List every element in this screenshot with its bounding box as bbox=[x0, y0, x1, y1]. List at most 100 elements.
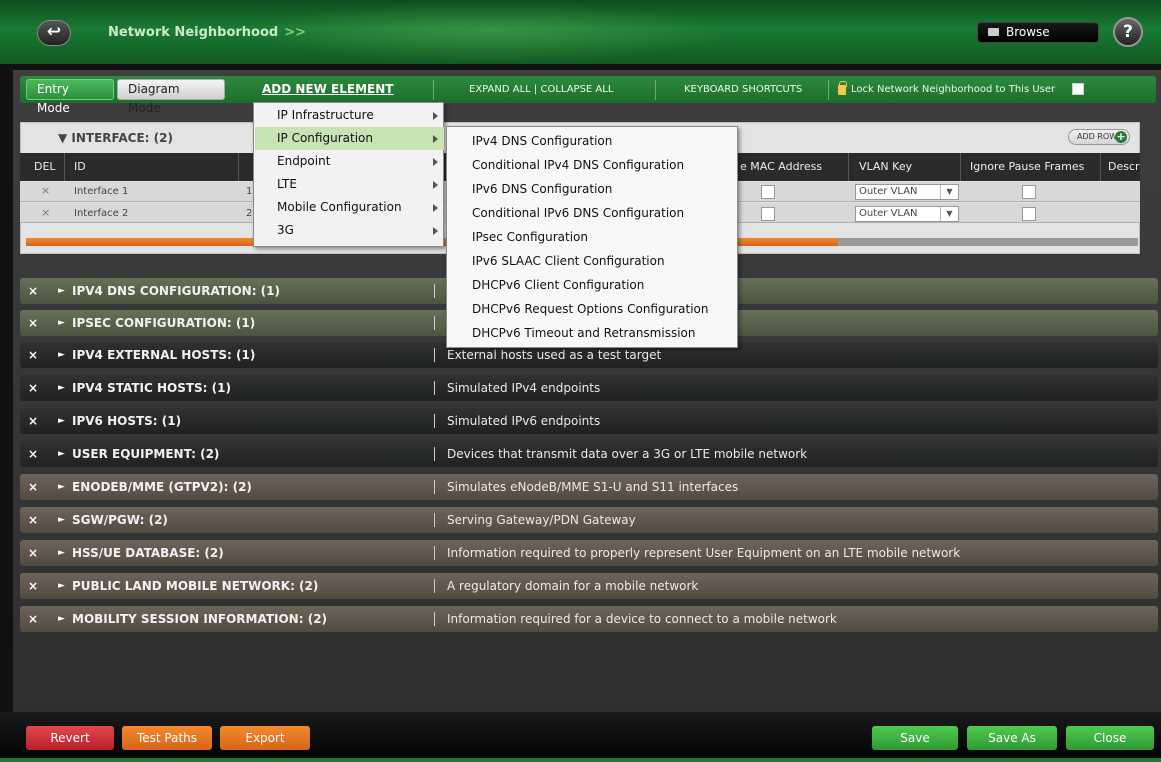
delete-section-icon[interactable]: × bbox=[28, 348, 38, 362]
expand-arrow-icon[interactable]: ► bbox=[58, 286, 65, 296]
submenu-item[interactable]: Conditional IPv4 DNS Configuration bbox=[448, 153, 738, 177]
submenu-arrow-icon bbox=[433, 204, 438, 212]
delete-section-icon[interactable]: × bbox=[28, 612, 38, 626]
entry-mode-button[interactable]: Entry Mode bbox=[26, 79, 114, 115]
expand-arrow-icon[interactable]: ► bbox=[58, 581, 65, 591]
save-button[interactable]: Save bbox=[872, 726, 958, 750]
delete-section-icon[interactable]: × bbox=[28, 414, 38, 428]
section-title[interactable]: IPV6 HOSTS: (1) bbox=[72, 414, 181, 428]
menu-item-mobile-configuration[interactable]: Mobile Configuration bbox=[255, 196, 444, 219]
submenu-item[interactable]: IPsec Configuration bbox=[448, 225, 738, 249]
mac-address-checkbox[interactable] bbox=[761, 185, 775, 199]
submenu-item[interactable]: IPv6 SLAAC Client Configuration bbox=[448, 249, 738, 273]
section-description: Serving Gateway/PDN Gateway bbox=[447, 513, 636, 527]
help-button[interactable]: ? bbox=[1113, 17, 1143, 47]
section-divider bbox=[434, 480, 435, 494]
vlan-key-value: Outer VLAN bbox=[859, 186, 918, 197]
menu-item-endpoint[interactable]: Endpoint bbox=[255, 150, 444, 173]
column-header-ignore-pause[interactable]: Ignore Pause Frames bbox=[970, 160, 1084, 173]
section-description: Information required for a device to con… bbox=[447, 612, 837, 626]
delete-section-icon[interactable]: × bbox=[28, 316, 38, 330]
delete-section-icon[interactable]: × bbox=[28, 480, 38, 494]
top-bar-highlight bbox=[250, 0, 730, 64]
mac-address-checkbox[interactable] bbox=[761, 207, 775, 221]
section-title[interactable]: IPSEC CONFIGURATION: (1) bbox=[72, 316, 255, 330]
section-title[interactable]: HSS/UE DATABASE: (2) bbox=[72, 546, 224, 560]
submenu-item[interactable]: DHCPv6 Request Options Configuration bbox=[448, 297, 738, 321]
expand-arrow-icon[interactable]: ► bbox=[58, 350, 65, 360]
expand-arrow-icon[interactable]: ► bbox=[58, 383, 65, 393]
delete-row-icon[interactable]: × bbox=[41, 184, 50, 197]
delete-section-icon[interactable]: × bbox=[28, 381, 38, 395]
menu-item-ip-configuration[interactable]: IP Configuration bbox=[255, 127, 444, 150]
expand-arrow-icon[interactable]: ► bbox=[58, 482, 65, 492]
submenu-arrow-icon bbox=[433, 135, 438, 143]
submenu-item[interactable]: DHCPv6 Client Configuration bbox=[448, 273, 738, 297]
export-button[interactable]: Export bbox=[220, 726, 310, 750]
ignore-pause-frames-checkbox[interactable] bbox=[1022, 185, 1036, 199]
submenu-item[interactable]: IPv6 DNS Configuration bbox=[448, 177, 738, 201]
delete-section-icon[interactable]: × bbox=[28, 513, 38, 527]
section-description: Simulated IPv6 endpoints bbox=[447, 414, 601, 428]
add-row-button[interactable]: ADD ROW + bbox=[1068, 129, 1130, 145]
menu-item-3g[interactable]: 3G bbox=[255, 219, 444, 242]
expand-arrow-icon[interactable]: ► bbox=[58, 515, 65, 525]
add-new-element-link[interactable]: ADD NEW ELEMENT bbox=[262, 82, 393, 96]
row-id[interactable]: Interface 1 bbox=[74, 186, 128, 197]
toolbar-divider bbox=[433, 80, 434, 100]
collapse-arrow-icon: ▼ bbox=[58, 131, 72, 145]
section-title[interactable]: ENODEB/MME (GTPV2): (2) bbox=[72, 480, 252, 494]
section-title[interactable]: PUBLIC LAND MOBILE NETWORK: (2) bbox=[72, 579, 318, 593]
expand-arrow-icon[interactable]: ► bbox=[58, 548, 65, 558]
column-header-del[interactable]: DEL bbox=[34, 160, 56, 173]
lock-checkbox[interactable] bbox=[1072, 83, 1084, 95]
expand-arrow-icon[interactable]: ► bbox=[58, 614, 65, 624]
diagram-mode-button[interactable]: Diagram Mode bbox=[117, 79, 225, 115]
save-as-button[interactable]: Save As bbox=[967, 726, 1057, 750]
column-header-id[interactable]: ID bbox=[74, 160, 86, 173]
submenu-item[interactable]: Conditional IPv6 DNS Configuration bbox=[448, 201, 738, 225]
section-title[interactable]: MOBILITY SESSION INFORMATION: (2) bbox=[72, 612, 327, 626]
row-cell[interactable]: 1 bbox=[246, 186, 252, 197]
delete-section-icon[interactable]: × bbox=[28, 546, 38, 560]
expand-arrow-icon[interactable]: ► bbox=[58, 416, 65, 426]
delete-row-icon[interactable]: × bbox=[41, 206, 50, 219]
delete-section-icon[interactable]: × bbox=[28, 579, 38, 593]
browse-button[interactable]: Browse bbox=[977, 22, 1099, 43]
section-title[interactable]: USER EQUIPMENT: (2) bbox=[72, 447, 219, 461]
section-divider bbox=[434, 381, 435, 395]
ignore-pause-frames-checkbox[interactable] bbox=[1022, 207, 1036, 221]
delete-section-icon[interactable]: × bbox=[28, 284, 38, 298]
submenu-item[interactable]: DHCPv6 Timeout and Retransmission bbox=[448, 321, 738, 345]
delete-section-icon[interactable]: × bbox=[28, 447, 38, 461]
section-description: Devices that transmit data over a 3G or … bbox=[447, 447, 808, 461]
menu-item-ip-infrastructure[interactable]: IP Infrastructure bbox=[255, 104, 444, 127]
vlan-key-select[interactable]: Outer VLAN ▼ bbox=[855, 206, 959, 222]
keyboard-shortcuts-link[interactable]: KEYBOARD SHORTCUTS bbox=[684, 84, 802, 95]
close-button[interactable]: Close bbox=[1066, 726, 1154, 750]
row-id[interactable]: Interface 2 bbox=[74, 208, 128, 219]
section-title[interactable]: SGW/PGW: (2) bbox=[72, 513, 168, 527]
interface-title-label: INTERFACE: (2) bbox=[71, 131, 173, 145]
submenu-arrow-icon bbox=[433, 158, 438, 166]
column-header-mac[interactable]: e MAC Address bbox=[740, 160, 822, 173]
revert-button[interactable]: Revert bbox=[26, 726, 114, 750]
expand-arrow-icon[interactable]: ► bbox=[58, 449, 65, 459]
toolbar-divider bbox=[828, 80, 829, 100]
section-title[interactable]: IPV4 DNS CONFIGURATION: (1) bbox=[72, 284, 280, 298]
section-title[interactable]: IPV4 STATIC HOSTS: (1) bbox=[72, 381, 231, 395]
column-header-vlan-key[interactable]: VLAN Key bbox=[859, 160, 912, 173]
column-header-description[interactable]: Descr bbox=[1108, 160, 1140, 173]
expand-arrow-icon[interactable]: ► bbox=[58, 318, 65, 328]
browse-label: Browse bbox=[1006, 25, 1050, 39]
breadcrumb[interactable]: Network Neighborhood >> bbox=[108, 25, 306, 40]
vlan-key-select[interactable]: Outer VLAN ▼ bbox=[855, 184, 959, 200]
section-title[interactable]: IPV4 EXTERNAL HOSTS: (1) bbox=[72, 348, 255, 362]
row-cell[interactable]: 2 bbox=[246, 208, 252, 219]
back-button[interactable]: ↩ bbox=[37, 20, 71, 46]
test-paths-button[interactable]: Test Paths bbox=[122, 726, 212, 750]
expand-collapse-link[interactable]: EXPAND ALL | COLLAPSE ALL bbox=[469, 84, 613, 95]
interface-title[interactable]: ▼ INTERFACE: (2) bbox=[58, 131, 173, 145]
submenu-item[interactable]: IPv4 DNS Configuration bbox=[448, 129, 738, 153]
menu-item-lte[interactable]: LTE bbox=[255, 173, 444, 196]
